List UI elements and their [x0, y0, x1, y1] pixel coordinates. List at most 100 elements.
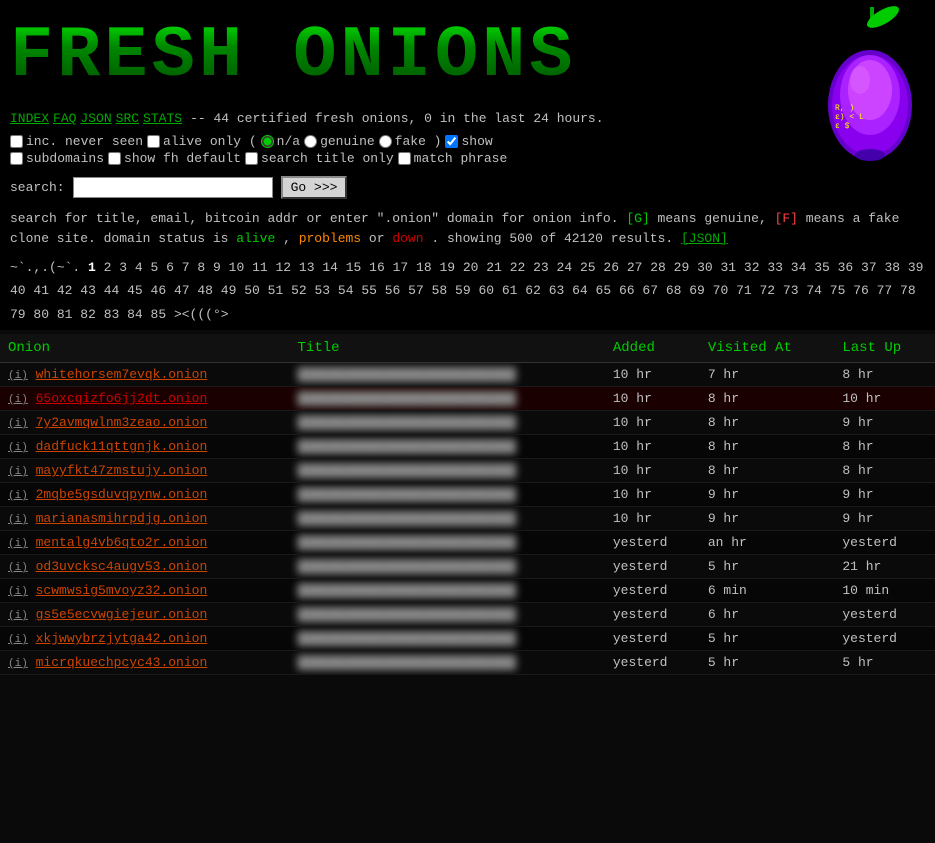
page-link[interactable]: 15: [346, 260, 362, 275]
page-link[interactable]: 9: [213, 260, 221, 275]
onion-link[interactable]: dadfuck11qttgnjk.onion: [36, 439, 208, 454]
onion-link[interactable]: od3uvcksc4augv53.onion: [36, 559, 208, 574]
page-link[interactable]: 4: [135, 260, 143, 275]
onion-link[interactable]: micrqkuechpcyc43.onion: [36, 655, 208, 670]
page-link[interactable]: 44: [104, 283, 120, 298]
page-link[interactable]: 26: [603, 260, 619, 275]
page-link[interactable]: 34: [791, 260, 807, 275]
page-link[interactable]: 49: [221, 283, 237, 298]
page-link[interactable]: 40: [10, 283, 26, 298]
page-link[interactable]: 75: [830, 283, 846, 298]
page-link[interactable]: 7: [182, 260, 190, 275]
fake-radio[interactable]: [379, 135, 392, 148]
search-button[interactable]: Go >>>: [281, 176, 348, 199]
page-link[interactable]: 32: [744, 260, 760, 275]
page-link[interactable]: 20: [463, 260, 479, 275]
page-link[interactable]: 43: [80, 283, 96, 298]
match-phrase-option[interactable]: match phrase: [398, 151, 508, 166]
info-link[interactable]: (i): [8, 562, 28, 574]
page-link[interactable]: 39: [908, 260, 924, 275]
onion-link[interactable]: mentalg4vb6qto2r.onion: [36, 535, 208, 550]
subdomains-option[interactable]: subdomains: [10, 151, 104, 166]
inc-never-seen-option[interactable]: inc. never seen: [10, 134, 143, 149]
page-link[interactable]: 63: [549, 283, 565, 298]
page-link[interactable]: 17: [393, 260, 409, 275]
page-link[interactable]: 56: [385, 283, 401, 298]
onion-link[interactable]: 65oxcqizfo6jj2dt.onion: [36, 391, 208, 406]
onion-link[interactable]: whitehorsem7evqk.onion: [36, 367, 208, 382]
page-link[interactable]: 59: [455, 283, 471, 298]
page-link[interactable]: 72: [760, 283, 776, 298]
page-link[interactable]: 58: [432, 283, 448, 298]
page-link[interactable]: 64: [572, 283, 588, 298]
page-link[interactable]: 28: [650, 260, 666, 275]
page-link[interactable]: 35: [814, 260, 830, 275]
page-link[interactable]: 73: [783, 283, 799, 298]
page-link[interactable]: 10: [229, 260, 245, 275]
page-link[interactable]: 54: [338, 283, 354, 298]
search-title-checkbox[interactable]: [245, 152, 258, 165]
page-link[interactable]: 11: [252, 260, 268, 275]
page-link[interactable]: 60: [478, 283, 494, 298]
subdomains-checkbox[interactable]: [10, 152, 23, 165]
info-link[interactable]: (i): [8, 586, 28, 598]
onion-link[interactable]: marianasmihrpdjg.onion: [36, 511, 208, 526]
show-fh-option[interactable]: show fh default: [108, 151, 241, 166]
page-link[interactable]: 52: [291, 283, 307, 298]
page-link[interactable]: 18: [416, 260, 432, 275]
page-link[interactable]: 53: [314, 283, 330, 298]
page-link[interactable]: 30: [697, 260, 713, 275]
page-link[interactable]: 38: [884, 260, 900, 275]
page-link[interactable]: 70: [713, 283, 729, 298]
na-option[interactable]: n/a: [261, 134, 300, 149]
alive-only-option[interactable]: alive only (: [147, 134, 257, 149]
info-link[interactable]: (i): [8, 538, 28, 550]
nav-src[interactable]: SRC: [116, 111, 139, 126]
page-link[interactable]: 66: [619, 283, 635, 298]
page-link[interactable]: 19: [439, 260, 455, 275]
onion-link[interactable]: 7y2avmqwlnm3zeao.onion: [36, 415, 208, 430]
page-link[interactable]: 33: [767, 260, 783, 275]
page-link[interactable]: 74: [806, 283, 822, 298]
page-link[interactable]: 24: [557, 260, 573, 275]
search-title-option[interactable]: search title only: [245, 151, 394, 166]
alive-only-checkbox[interactable]: [147, 135, 160, 148]
page-link[interactable]: 36: [838, 260, 854, 275]
show-option[interactable]: show: [445, 134, 492, 149]
page-link[interactable]: 51: [268, 283, 284, 298]
page-link[interactable]: 68: [666, 283, 682, 298]
info-link[interactable]: (i): [8, 490, 28, 502]
show-checkbox[interactable]: [445, 135, 458, 148]
inc-never-seen-checkbox[interactable]: [10, 135, 23, 148]
json-results-link[interactable]: [JSON]: [681, 231, 728, 246]
onion-link[interactable]: mayyfkt47zmstujy.onion: [36, 463, 208, 478]
page-link[interactable]: 23: [533, 260, 549, 275]
info-link[interactable]: (i): [8, 418, 28, 430]
page-link[interactable]: 80: [33, 307, 49, 322]
page-link[interactable]: 21: [486, 260, 502, 275]
page-link[interactable]: 25: [580, 260, 596, 275]
page-link[interactable]: 8: [197, 260, 205, 275]
match-phrase-checkbox[interactable]: [398, 152, 411, 165]
page-link[interactable]: 41: [33, 283, 49, 298]
page-link[interactable]: 62: [525, 283, 541, 298]
genuine-option[interactable]: genuine: [304, 134, 375, 149]
info-link[interactable]: (i): [8, 370, 28, 382]
info-link[interactable]: (i): [8, 658, 28, 670]
page-link[interactable]: 29: [674, 260, 690, 275]
page-link[interactable]: 16: [369, 260, 385, 275]
page-link[interactable]: 79: [10, 307, 26, 322]
page-link[interactable]: 50: [244, 283, 260, 298]
page-link[interactable]: 85: [151, 307, 167, 322]
page-link[interactable]: 48: [197, 283, 213, 298]
page-link[interactable]: 22: [510, 260, 526, 275]
page-link[interactable]: 47: [174, 283, 190, 298]
page-link[interactable]: 3: [119, 260, 127, 275]
nav-index[interactable]: INDEX: [10, 111, 49, 126]
info-link[interactable]: (i): [8, 442, 28, 454]
page-link[interactable]: 6: [166, 260, 174, 275]
nav-stats[interactable]: STATS: [143, 111, 182, 126]
onion-link[interactable]: 2mqbe5gsduvqpynw.onion: [36, 487, 208, 502]
show-fh-checkbox[interactable]: [108, 152, 121, 165]
nav-faq[interactable]: FAQ: [53, 111, 76, 126]
